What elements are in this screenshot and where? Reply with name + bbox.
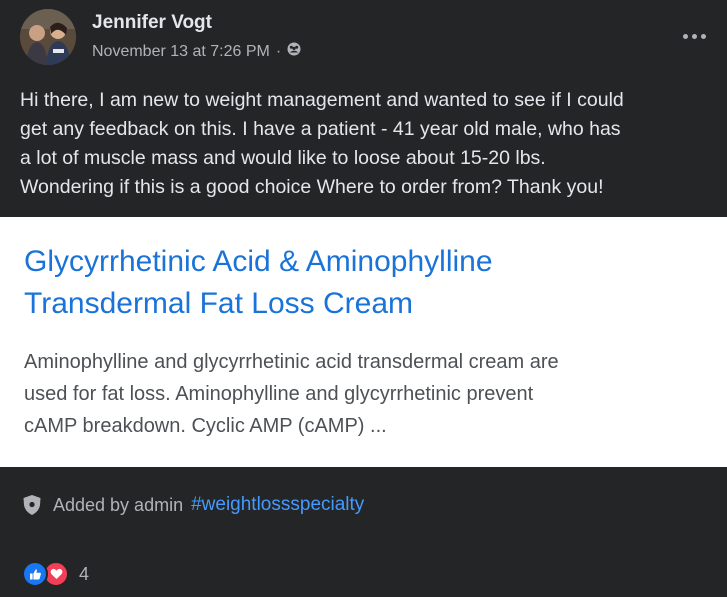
post-text-line: Wondering if this is a good choice Where… (20, 176, 604, 198)
like-icon (22, 561, 48, 587)
link-description-line: used for fat loss. Aminophylline and gly… (24, 383, 534, 405)
post-body: Hi there, I am new to weight management … (20, 86, 720, 202)
author-avatar[interactable] (20, 9, 76, 65)
post-text-line: get any feedback on this. I have a patie… (20, 118, 621, 140)
added-by-label: Added by admin (53, 494, 184, 515)
link-preview-card[interactable]: Glycyrrhetinic Acid & Aminophylline Tran… (0, 217, 727, 467)
link-title[interactable]: Glycyrrhetinic Acid & Aminophylline Tran… (24, 241, 714, 325)
link-title-line[interactable]: Glycyrrhetinic Acid & Aminophylline (24, 241, 714, 283)
post-timestamp[interactable]: November 13 at 7:26 PM (92, 43, 270, 61)
link-description: Aminophylline and glycyrrhetinic acid tr… (24, 346, 714, 442)
meta-separator: · (275, 42, 282, 60)
admin-shield-icon (22, 494, 42, 516)
link-description-line: cAMP breakdown. Cyclic AMP (cAMP) ... (24, 415, 387, 437)
post-text-line: a lot of muscle mass and would like to l… (20, 147, 546, 169)
reaction-count[interactable]: 4 (79, 564, 89, 585)
author-name[interactable]: Jennifer Vogt (92, 12, 212, 34)
link-description-line: Aminophylline and glycyrrhetinic acid tr… (24, 351, 559, 373)
more-options-icon[interactable] (679, 24, 709, 48)
group-audience-icon (287, 42, 301, 61)
post-meta: November 13 at 7:26 PM · (92, 42, 301, 61)
topic-row: Added by admin #weightlossspecialty (22, 492, 364, 518)
post-header: Jennifer Vogt November 13 at 7:26 PM · (0, 0, 727, 80)
post-text-line: Hi there, I am new to weight management … (20, 89, 624, 111)
hashtag-link[interactable]: #weightlossspecialty (191, 494, 364, 516)
link-title-line[interactable]: Transdermal Fat Loss Cream (24, 283, 714, 325)
reaction-summary[interactable]: 4 (22, 561, 89, 587)
